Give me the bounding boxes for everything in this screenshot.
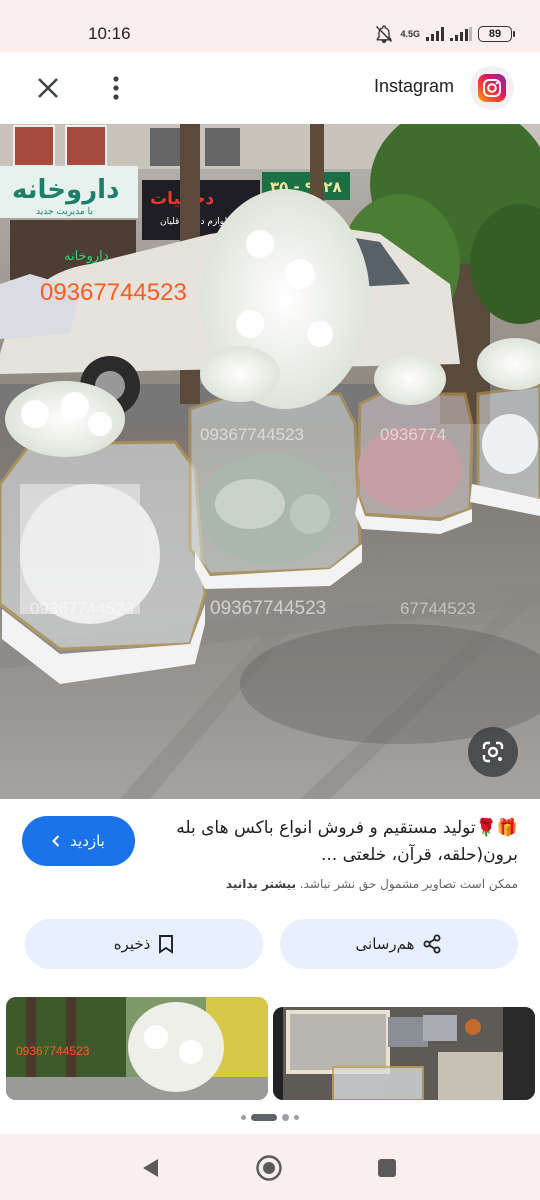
related-image-1[interactable]: 09367744523 — [6, 997, 268, 1100]
share-icon — [423, 934, 441, 954]
google-lens-icon — [482, 741, 504, 763]
svg-text:09367744523: 09367744523 — [200, 425, 304, 444]
source-site-name[interactable]: Instagram — [374, 76, 454, 97]
home-button[interactable] — [249, 1148, 289, 1188]
thumb-watermark: 09367744523 — [16, 1044, 90, 1058]
result-info: بازدید 🎁🌹تولید مستقیم و فروش انواع باکس … — [0, 799, 540, 911]
back-triangle-icon — [143, 1159, 158, 1177]
recents-square-icon — [378, 1159, 396, 1177]
copyright-notice: ممکن است تصاویر مشمول حق نشر نباشد. بیشت… — [225, 877, 518, 891]
action-buttons: هم‌رسانی ذخیره — [0, 919, 540, 971]
carousel-dot — [294, 1114, 299, 1120]
close-icon — [38, 78, 58, 98]
signal-icon-2 — [450, 27, 472, 41]
pharmacy-sign-sub: با مدیریت جدید — [36, 207, 93, 217]
related-image-2[interactable] — [273, 1007, 535, 1100]
viewer-top-bar: Instagram — [0, 52, 540, 124]
instagram-logo[interactable] — [470, 66, 514, 110]
carousel-indicator — [0, 1111, 540, 1123]
result-title[interactable]: 🎁🌹تولید مستقیم و فروش انواع باکس های بله… — [168, 815, 518, 869]
visit-label: بازدید — [70, 832, 105, 850]
chevron-left-icon — [52, 835, 60, 847]
google-lens-button[interactable] — [468, 727, 518, 777]
carousel-dot — [282, 1113, 289, 1121]
result-image[interactable]: داروخانه با مدیریت جدید دخانیات لوازم دخ… — [0, 124, 540, 799]
status-icons: 4.5G 89 — [374, 24, 515, 44]
close-button[interactable] — [28, 68, 68, 108]
pharmacy-sign: داروخانه — [12, 175, 119, 205]
carousel-dot — [241, 1114, 246, 1120]
battery-indicator: 89 — [478, 26, 515, 42]
svg-text:09367744523: 09367744523 — [210, 598, 326, 619]
share-label: هم‌رسانی — [355, 935, 415, 953]
bell-off-icon — [376, 25, 393, 44]
status-time: 10:16 — [88, 24, 131, 43]
share-button[interactable]: هم‌رسانی — [280, 919, 518, 969]
recents-button[interactable] — [367, 1148, 407, 1188]
learn-more-link[interactable]: بیشتر بدانید — [226, 877, 296, 891]
status-bar: 10:16 4.5G 89 — [0, 0, 540, 52]
watermark-phone: 09367744523 — [40, 279, 187, 306]
system-nav-bar — [0, 1134, 540, 1200]
street-display-photo: داروخانه با مدیریت جدید دخانیات لوازم دخ… — [0, 124, 540, 799]
svg-text:67744523: 67744523 — [400, 599, 476, 618]
save-label: ذخیره — [113, 935, 151, 953]
bookmark-icon — [159, 935, 174, 954]
signal-icon — [426, 27, 444, 41]
more-options-button[interactable] — [96, 68, 136, 108]
network-type: 4.5G — [400, 28, 420, 39]
svg-text:09367744523: 09367744523 — [30, 599, 134, 618]
instagram-icon — [478, 74, 506, 102]
home-circle-icon — [256, 1155, 282, 1181]
svg-text:0936774: 0936774 — [380, 425, 446, 444]
save-button[interactable]: ذخیره — [25, 919, 263, 969]
more-vert-icon — [113, 76, 119, 100]
related-images: 09367744523 — [0, 997, 540, 1100]
carousel-dot-active — [251, 1113, 277, 1121]
visit-button[interactable]: بازدید — [22, 816, 135, 866]
back-button[interactable] — [131, 1148, 171, 1188]
